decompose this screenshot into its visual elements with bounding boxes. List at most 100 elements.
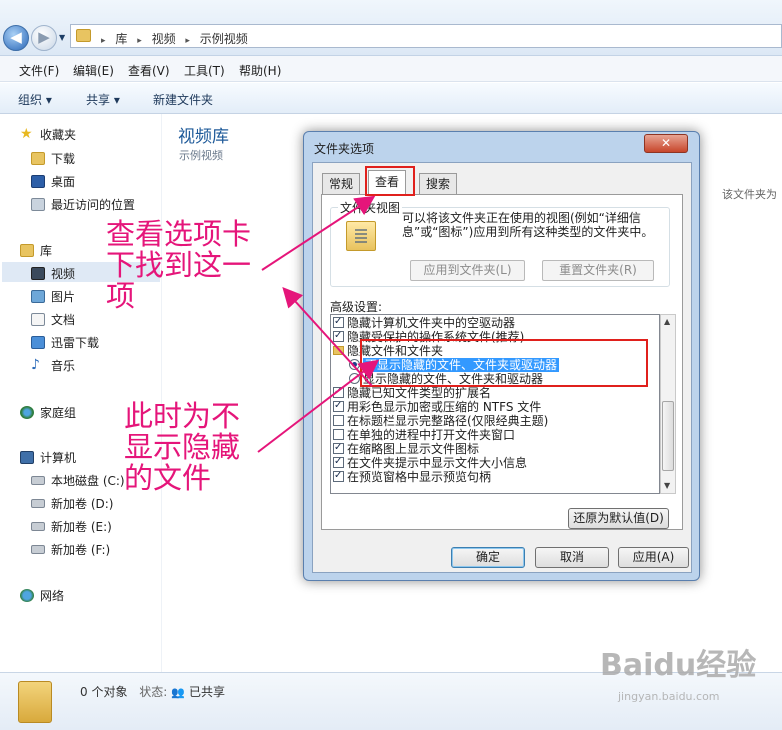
new-folder-button[interactable]: 新建文件夹 — [153, 91, 213, 108]
setting-thumbnail-icons[interactable]: 在缩略图上显示文件图标 — [333, 441, 480, 456]
setting-file-size-tips[interactable]: 在文件夹提示中显示文件大小信息 — [333, 455, 527, 470]
share-button[interactable]: 共享 ▾ — [86, 91, 120, 108]
nav-network[interactable]: 网络 — [20, 587, 64, 607]
setting-hide-extensions[interactable]: 隐藏已知文件类型的扩展名 — [333, 385, 492, 400]
breadcrumb-chevron-icon[interactable]: ▸ — [137, 36, 142, 46]
setting-separate-process[interactable]: 在单独的进程中打开文件夹窗口 — [333, 428, 515, 442]
setting-color-ntfs[interactable]: 用彩色显示加密或压缩的 NTFS 文件 — [333, 399, 541, 414]
setting-label: 在缩略图上显示文件图标 — [347, 442, 480, 456]
state-value: 已共享 — [188, 685, 225, 699]
nav-label: 网络 — [40, 589, 65, 603]
tab-search[interactable]: 搜索 — [419, 173, 458, 194]
nav-label: 视频 — [51, 267, 76, 281]
nav-drive-e[interactable]: 新加卷 (E:) — [31, 518, 112, 538]
setting-preview-handlers[interactable]: 在预览窗格中显示预览句柄 — [333, 469, 492, 484]
nav-documents[interactable]: 文档 — [31, 311, 75, 331]
nav-computer[interactable]: 计算机 — [20, 449, 76, 469]
checkbox-icon[interactable] — [333, 429, 344, 440]
nav-label: 新加卷 (D:) — [51, 497, 114, 511]
folder-icon — [76, 29, 91, 42]
breadcrumb-chevron-icon[interactable]: ▸ — [101, 36, 106, 46]
setting-label: 在预览窗格中显示预览句柄 — [347, 470, 492, 484]
libraries-icon — [20, 244, 34, 257]
nav-label: 家庭组 — [40, 406, 77, 420]
menu-edit[interactable]: 编辑(E) — [73, 62, 114, 79]
breadcrumb-item[interactable]: 视频 — [152, 32, 176, 46]
nav-label: 桌面 — [51, 175, 76, 189]
scroll-down-icon[interactable]: ▼ — [664, 481, 670, 490]
status-text: 0 个对象 状态: 👥 已共享 — [80, 683, 225, 700]
ok-button[interactable]: 确定 — [451, 547, 525, 568]
nav-thunder-downloads[interactable]: 迅雷下载 — [31, 334, 99, 354]
star-icon: ★ — [20, 126, 33, 142]
checkbox-checked-icon[interactable] — [333, 455, 344, 469]
breadcrumb-item[interactable]: 库 — [115, 32, 127, 46]
nav-drive-c[interactable]: 本地磁盘 (C:) — [31, 472, 125, 492]
nav-label: 文档 — [51, 313, 76, 327]
history-dropdown-icon[interactable]: ▼ — [59, 33, 65, 42]
checkbox-checked-icon[interactable] — [333, 469, 344, 483]
checkbox-icon[interactable] — [333, 415, 344, 426]
nav-label: 库 — [40, 244, 53, 258]
nav-label: 新加卷 (E:) — [51, 520, 112, 534]
drive-icon — [31, 476, 45, 485]
forward-button[interactable]: ▶ — [31, 25, 57, 51]
back-button[interactable]: ◀ — [3, 25, 29, 51]
setting-label: 隐藏计算机文件夹中的空驱动器 — [347, 316, 516, 330]
folder-view-icon — [346, 221, 376, 251]
folder-views-description: 可以将该文件夹正在使用的视图(例如“详细信息”或“图标”)应用到所有这种类型的文… — [402, 211, 654, 239]
baidu-watermark: Baidu经验 jingyan.baidu.com — [600, 640, 756, 703]
scroll-up-icon[interactable]: ▲ — [664, 317, 670, 326]
computer-icon — [20, 451, 34, 464]
folder-views-title: 文件夹视图 — [338, 199, 403, 216]
drive-icon — [31, 522, 45, 531]
hidden-files-highlight — [360, 339, 648, 387]
video-library-icon — [31, 267, 45, 280]
radio-selected-icon[interactable] — [349, 359, 360, 370]
drive-icon — [31, 499, 45, 508]
nav-drive-f[interactable]: 新加卷 (F:) — [31, 541, 110, 561]
close-icon[interactable]: ✕ — [644, 134, 688, 153]
organize-button[interactable]: 组织 ▾ — [18, 91, 52, 108]
nav-music[interactable]: ♪ 音乐 — [31, 357, 75, 377]
nav-downloads[interactable]: 下载 — [31, 150, 75, 170]
checkbox-checked-icon[interactable] — [333, 315, 344, 329]
reset-folders-button[interactable]: 重置文件夹(R) — [542, 260, 654, 281]
nav-favorites[interactable]: ★ 收藏夹 — [20, 126, 76, 146]
menu-bar: 文件(F) 编辑(E) 查看(V) 工具(T) 帮助(H) — [0, 56, 782, 82]
tab-general[interactable]: 常规 — [322, 173, 361, 194]
checkbox-checked-icon[interactable] — [333, 329, 344, 343]
checkbox-checked-icon[interactable] — [333, 399, 344, 413]
advanced-list-scrollbar[interactable]: ▲ ▼ — [660, 314, 676, 494]
breadcrumb-chevron-icon[interactable]: ▸ — [185, 36, 190, 46]
menu-tools[interactable]: 工具(T) — [184, 62, 225, 79]
documents-icon — [31, 313, 45, 326]
nav-label: 最近访问的位置 — [51, 198, 136, 212]
navigation-pane: ★ 收藏夹 下载 桌面 最近访问的位置 库 视频 图片 文档 迅雷下载 ♪ 音乐 家… — [0, 114, 160, 672]
nav-libraries[interactable]: 库 — [20, 242, 52, 262]
setting-label: 隐藏已知文件类型的扩展名 — [347, 386, 492, 400]
cancel-button[interactable]: 取消 — [535, 547, 609, 568]
menu-view[interactable]: 查看(V) — [128, 62, 170, 79]
nav-drive-d[interactable]: 新加卷 (D:) — [31, 495, 113, 515]
checkbox-checked-icon[interactable] — [333, 441, 344, 455]
address-box[interactable]: ▸ 库 ▸ 视频 ▸ 示例视频 — [70, 24, 782, 48]
menu-file[interactable]: 文件(F) — [19, 62, 59, 79]
apply-to-folders-button[interactable]: 应用到文件夹(L) — [410, 260, 525, 281]
nav-homegroup[interactable]: 家庭组 — [20, 404, 76, 424]
apply-button[interactable]: 应用(A) — [618, 547, 689, 568]
checkbox-checked-icon[interactable] — [333, 385, 344, 399]
nav-pictures[interactable]: 图片 — [31, 288, 75, 308]
setting-full-path-title[interactable]: 在标题栏显示完整路径(仅限经典主题) — [333, 414, 548, 428]
nav-desktop[interactable]: 桌面 — [31, 173, 75, 193]
nav-recent[interactable]: 最近访问的位置 — [31, 196, 135, 216]
radio-icon[interactable] — [349, 373, 360, 384]
homegroup-icon — [20, 406, 34, 419]
scroll-thumb[interactable] — [662, 401, 674, 471]
setting-hide-empty-drives[interactable]: 隐藏计算机文件夹中的空驱动器 — [333, 315, 516, 330]
restore-defaults-button[interactable]: 还原为默认值(D) — [568, 508, 669, 529]
menu-help[interactable]: 帮助(H) — [239, 62, 281, 79]
library-subtitle: 示例视频 — [179, 149, 223, 162]
folder-icon — [333, 346, 344, 355]
breadcrumb-item[interactable]: 示例视频 — [200, 32, 248, 46]
